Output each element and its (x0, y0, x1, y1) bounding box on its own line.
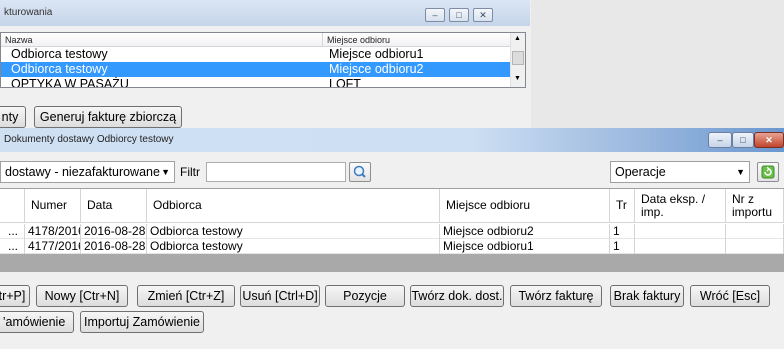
cell-place: Miejsce odbioru2 (440, 224, 610, 239)
cell-tr: 1 (610, 239, 635, 254)
cell-place: Miejsce odbioru2 (329, 62, 424, 76)
create-invoice-button[interactable]: Twórz fakturę (510, 285, 602, 307)
column-header-tr[interactable]: Tr (610, 189, 635, 223)
maximize-button[interactable]: □ (449, 8, 469, 22)
search-icon (353, 165, 366, 178)
positions-button[interactable]: Pozycje (325, 285, 405, 307)
background-window: kturowania – □ ✕ Nazwa Miejsce odbioru O… (0, 0, 530, 128)
search-button[interactable] (349, 162, 371, 182)
grid-footer-bar (0, 254, 784, 272)
scroll-up-icon[interactable]: ▲ (514, 35, 521, 42)
partial-button[interactable]: tr+P] (0, 285, 30, 307)
close-button[interactable]: ✕ (473, 8, 493, 22)
no-invoice-button[interactable]: Brak faktury (610, 285, 684, 307)
background-window-body: Nazwa Miejsce odbioru Odbiorca testowy M… (0, 26, 530, 128)
refresh-icon (761, 165, 775, 179)
cell-number: 4178/2016 (25, 224, 81, 239)
cell-place: Miejsce odbioru1 (329, 47, 424, 61)
close-button[interactable]: ✕ (754, 132, 784, 148)
cell-place: LOFT (329, 77, 361, 88)
cell-name: OPTYKA W PASAŻU (11, 77, 129, 88)
table-row[interactable]: ... 4178/2016 2016-08-28 Odbiorca testow… (0, 224, 784, 239)
minimize-button[interactable]: – (425, 8, 445, 22)
window-titlebar: Dokumenty dostawy Odbiorcy testowy – □ ✕ (0, 128, 784, 152)
cell-export-date (635, 224, 726, 239)
delivery-documents-window: Dokumenty dostawy Odbiorcy testowy – □ ✕… (0, 128, 784, 349)
scrollbar-thumb[interactable] (512, 51, 524, 65)
edit-button[interactable]: Zmień [Ctr+Z] (137, 285, 235, 307)
chevron-down-icon: ▼ (161, 167, 170, 177)
cell-place: Miejsce odbioru1 (440, 239, 610, 254)
cell-date: 2016-08-28 (81, 224, 147, 239)
cell-import-number (726, 239, 784, 254)
cell-date: 2016-08-28 (81, 239, 147, 254)
generate-invoice-button[interactable]: Generuj fakturę zbiorczą (34, 106, 182, 128)
partial-order-button[interactable]: ’amówienie (0, 311, 74, 333)
minimize-button[interactable]: – (708, 132, 732, 148)
background-window-titlebar: kturowania – □ ✕ (0, 0, 530, 26)
cell-number: 4177/2016 (25, 239, 81, 254)
column-header-import-number[interactable]: Nr z importu (726, 189, 784, 223)
document-filter-select[interactable]: dostawy - niezafakturowane ▼ (0, 161, 175, 183)
back-button[interactable]: Wróć [Esc] (690, 285, 770, 307)
scroll-down-icon[interactable]: ▼ (514, 75, 521, 82)
column-header-place[interactable]: Miejsce odbioru (440, 189, 610, 223)
column-header-export-date[interactable]: Data eksp. / imp. (635, 189, 726, 223)
cell-recipient: Odbiorca testowy (147, 224, 440, 239)
column-header-name[interactable]: Nazwa (1, 33, 323, 47)
delete-button[interactable]: Usuń [Ctrl+D] (240, 285, 320, 307)
background-window-title: kturowania (4, 7, 53, 18)
cell-name: Odbiorca testowy (11, 47, 108, 61)
grid-row-selected[interactable]: Odbiorca testowy Miejsce odbioru2 (1, 62, 511, 77)
filter-label: Filtr (180, 165, 200, 179)
row-marker: ... (0, 239, 25, 254)
column-header-marker[interactable] (0, 189, 25, 223)
column-header-date[interactable]: Data (81, 189, 147, 223)
cell-name: Odbiorca testowy (11, 62, 108, 76)
grid-row[interactable]: Odbiorca testowy Miejsce odbioru1 (1, 47, 511, 62)
column-header-recipient[interactable]: Odbiorca (147, 189, 440, 223)
window-title: Dokumenty dostawy Odbiorcy testowy (4, 134, 174, 145)
new-button[interactable]: Nowy [Ctr+N] (36, 285, 128, 307)
maximize-button[interactable]: □ (732, 132, 754, 148)
documents-grid[interactable]: Numer Data Odbiorca Miejsce odbioru Tr D… (0, 188, 784, 254)
vertical-scrollbar[interactable]: ▲ ▼ (510, 33, 525, 87)
recipient-grid[interactable]: Nazwa Miejsce odbioru Odbiorca testowy M… (0, 32, 526, 88)
cell-recipient: Odbiorca testowy (147, 239, 440, 254)
cell-import-number (726, 224, 784, 239)
operations-value: Operacje (615, 165, 666, 179)
chevron-down-icon: ▼ (736, 167, 745, 177)
column-header-place[interactable]: Miejsce odbioru (323, 33, 511, 47)
cell-export-date (635, 239, 726, 254)
operations-select[interactable]: Operacje ▼ (610, 161, 750, 183)
refresh-button[interactable] (757, 162, 779, 182)
import-order-button[interactable]: Importuj Zamówienie (80, 311, 204, 333)
grid-row[interactable]: OPTYKA W PASAŻU LOFT (1, 77, 511, 88)
row-marker: ... (0, 224, 25, 239)
column-header-number[interactable]: Numer (25, 189, 81, 223)
create-delivery-doc-button[interactable]: Twórz dok. dost. (410, 285, 504, 307)
partial-button[interactable]: nty (0, 106, 26, 128)
document-filter-value: dostawy - niezafakturowane (5, 165, 160, 179)
desktop-area (531, 0, 784, 128)
cell-tr: 1 (610, 224, 635, 239)
table-row[interactable]: ... 4177/2016 2016-08-28 Odbiorca testow… (0, 239, 784, 254)
filter-input[interactable] (206, 162, 346, 182)
